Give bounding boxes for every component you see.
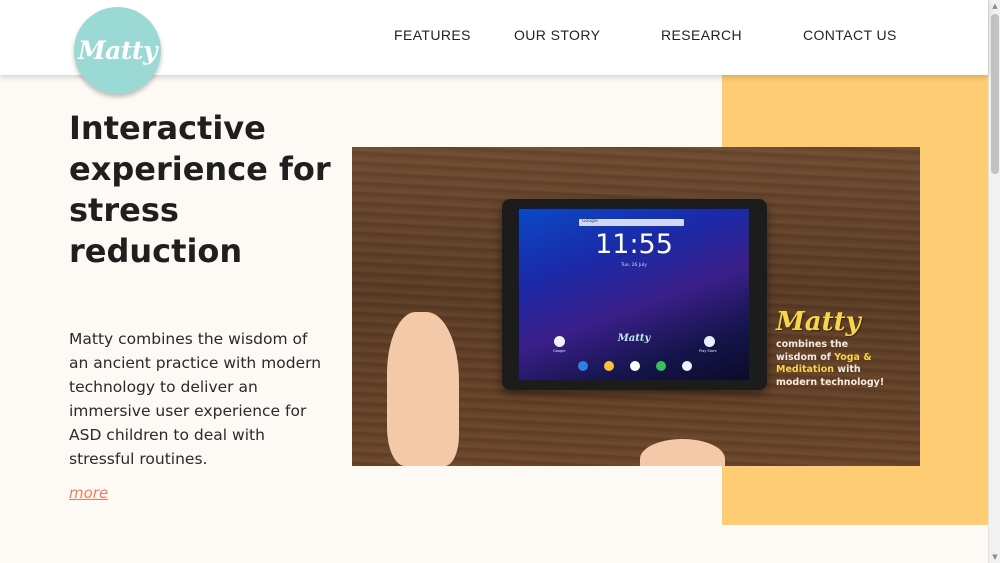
hero-description: Matty combines the wisdom of an ancient … bbox=[69, 330, 322, 468]
promo-line-1: combines the bbox=[776, 339, 849, 350]
promo-logo: Matty bbox=[776, 307, 861, 337]
promo-line-2-highlight: Yoga & bbox=[834, 351, 872, 363]
scroll-up-arrow-icon[interactable]: ▲ bbox=[989, 0, 1000, 12]
app-label-play-store: Play Store bbox=[699, 349, 717, 353]
tablet-device: Google 11:55 Tue, 26 July Google Matty P… bbox=[502, 199, 767, 390]
promo-tagline: combines the wisdom of Yoga & Meditation… bbox=[776, 339, 906, 389]
nav-our-story[interactable]: OUR STORY bbox=[514, 27, 600, 43]
nav-contact-us[interactable]: CONTACT US bbox=[803, 27, 897, 43]
google-search-bar: Google bbox=[579, 219, 684, 226]
nav-research[interactable]: RESEARCH bbox=[661, 27, 742, 43]
more-link[interactable]: more bbox=[69, 484, 108, 502]
logo-text: Matty bbox=[78, 36, 158, 65]
scroll-down-arrow-icon[interactable]: ▼ bbox=[989, 551, 1000, 563]
email-icon bbox=[604, 361, 614, 371]
hero-image: Google 11:55 Tue, 26 July Google Matty P… bbox=[352, 147, 920, 466]
scroll-thumb[interactable] bbox=[991, 14, 999, 174]
promo-line-3: Meditation with bbox=[776, 364, 906, 377]
tablet-date: Tue, 26 July bbox=[621, 263, 647, 268]
tablet-dock bbox=[574, 361, 699, 373]
play-store-icon bbox=[704, 336, 715, 347]
search-label: Google bbox=[582, 219, 598, 224]
app-drawer-icon bbox=[630, 361, 640, 371]
promo-line-2-prefix: wisdom of bbox=[776, 351, 835, 363]
hangouts-icon bbox=[656, 361, 666, 371]
app-label-google: Google bbox=[553, 349, 566, 353]
hero-headline: Interactive experience for stress reduct… bbox=[69, 109, 331, 270]
tablet-screen: Google 11:55 Tue, 26 July Google Matty P… bbox=[519, 209, 749, 380]
promo-line-4: modern technology! bbox=[776, 376, 885, 388]
promo-line-2: wisdom of Yoga & bbox=[776, 352, 906, 365]
matty-logo[interactable]: Matty bbox=[74, 7, 161, 94]
promo-line-3-highlight: Meditation bbox=[776, 364, 834, 375]
tablet-clock: 11:55 bbox=[595, 229, 673, 260]
child-right-hand bbox=[640, 439, 725, 466]
child-left-hand bbox=[387, 312, 459, 466]
contacts-icon bbox=[578, 361, 588, 371]
nav-features[interactable]: FEATURES bbox=[394, 27, 471, 43]
vertical-scrollbar[interactable]: ▲ ▼ bbox=[988, 0, 1000, 563]
promo-line-3-suffix: with bbox=[834, 364, 861, 375]
chrome-icon bbox=[682, 361, 692, 371]
promo-overlay: Matty combines the wisdom of Yoga & Medi… bbox=[776, 307, 906, 389]
